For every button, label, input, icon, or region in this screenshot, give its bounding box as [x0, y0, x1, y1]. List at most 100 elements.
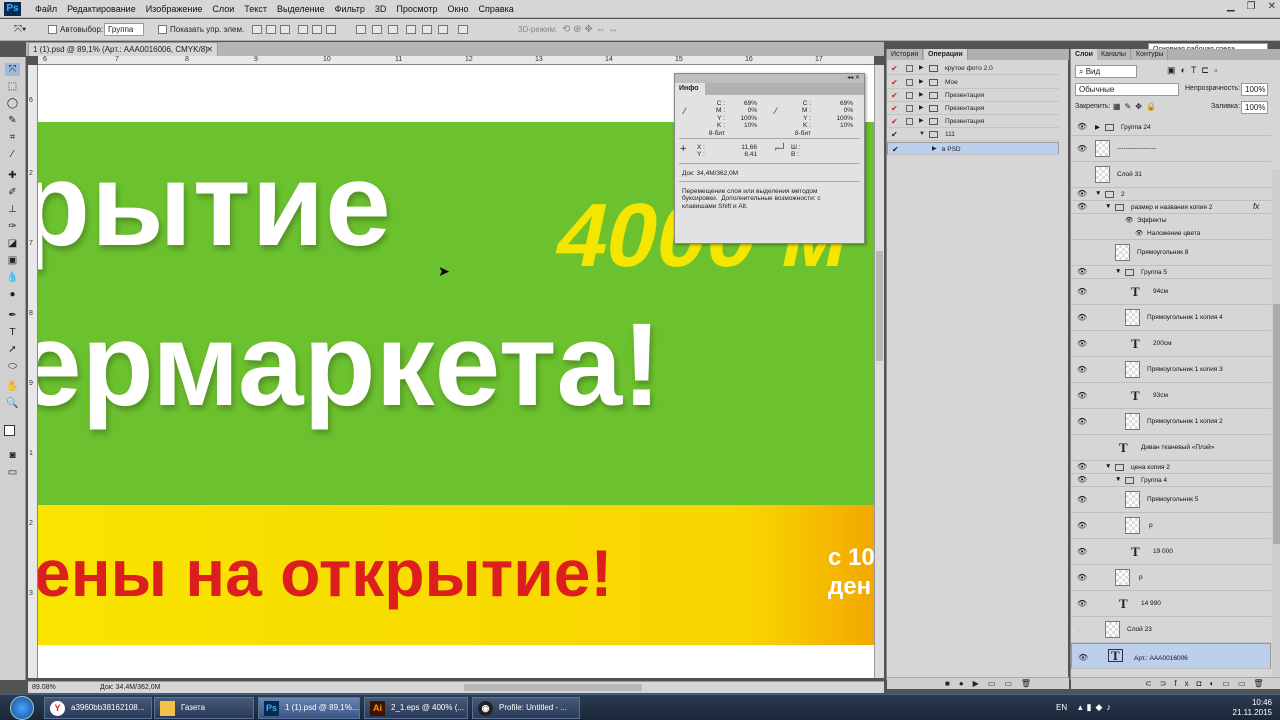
- menu-window[interactable]: Окно: [443, 0, 474, 18]
- autoselect-checkbox[interactable]: Автовыбор:: [48, 23, 103, 37]
- dialog-toggle-icon[interactable]: [906, 92, 913, 99]
- layer-row[interactable]: T Диван тканевый «Плэй»: [1071, 435, 1271, 461]
- info-panel-header[interactable]: ◂◂ ✕: [675, 74, 864, 83]
- eye-icon[interactable]: 👁: [1077, 189, 1087, 198]
- taskbar-item-explorer[interactable]: Газета: [154, 697, 254, 719]
- expand-icon[interactable]: ▶: [919, 76, 924, 89]
- dialog-toggle-icon[interactable]: [906, 105, 913, 112]
- layer-row[interactable]: 👁 T 14 990: [1071, 591, 1271, 617]
- layer-row[interactable]: 👁 Прямоугольник 1 копия 4: [1071, 305, 1271, 331]
- start-button-icon[interactable]: [10, 696, 34, 720]
- brush-tool-icon[interactable]: ✐: [5, 186, 20, 199]
- eye-icon[interactable]: 👁: [1077, 462, 1087, 471]
- document-tab[interactable]: 1 (1).psd @ 89,1% (Арт.: AAA0016006, CMY…: [28, 42, 218, 56]
- system-clock[interactable]: 10:46 21.11.2015: [1233, 698, 1272, 718]
- eye-icon[interactable]: 👁: [1077, 475, 1087, 484]
- layer-effect-row[interactable]: 👁 Наложение цвета: [1071, 227, 1271, 240]
- autoselect-dropdown[interactable]: Группа: [104, 23, 144, 36]
- menu-help[interactable]: Справка: [473, 0, 518, 18]
- collapse-icon[interactable]: ▼: [1115, 476, 1121, 483]
- align-top-icon[interactable]: [252, 25, 262, 34]
- layer-row[interactable]: 👁 Прямоугольник 1 копия 3: [1071, 357, 1271, 383]
- action-playback-icon[interactable]: ■●▶▭▭🗑: [945, 679, 1040, 688]
- collapse-icon[interactable]: ▼: [1095, 190, 1101, 197]
- layer-row[interactable]: 👁 р: [1071, 565, 1271, 591]
- close-icon[interactable]: ✕: [1268, 1, 1276, 12]
- expand-icon[interactable]: ▶: [932, 143, 937, 156]
- expand-icon[interactable]: ▶: [919, 102, 924, 115]
- menu-image[interactable]: Изображение: [141, 0, 208, 18]
- minimize-icon[interactable]: ▁: [1227, 1, 1235, 12]
- show-controls-checkbox[interactable]: Показать упр. элем.: [158, 23, 244, 37]
- layer-filter-dropdown[interactable]: ⌕ Вид: [1075, 65, 1137, 78]
- info-tab[interactable]: Инфо: [675, 83, 705, 95]
- tab-actions[interactable]: Операции: [924, 49, 968, 60]
- marquee-tool-icon[interactable]: ⬚: [5, 80, 20, 93]
- layer-row[interactable]: Прямоугольник 8: [1071, 240, 1271, 266]
- collapse-icon[interactable]: ▼: [1105, 203, 1111, 210]
- eye-icon[interactable]: 👁: [1077, 144, 1087, 153]
- action-enabled-check[interactable]: ✔: [891, 128, 898, 141]
- expand-icon[interactable]: ▶: [919, 115, 924, 128]
- move-tool-icon[interactable]: ⤧▾: [14, 23, 26, 37]
- quick-mask-icon[interactable]: ◙: [5, 449, 20, 462]
- distribute-hcenter-icon[interactable]: [422, 25, 432, 34]
- path-select-tool-icon[interactable]: ➚: [5, 343, 20, 356]
- action-set[interactable]: ✔ ▶ Мое: [887, 76, 1059, 89]
- panel-collapse-icon[interactable]: ◂◂ ✕: [847, 74, 860, 81]
- eye-icon[interactable]: 👁: [1077, 521, 1087, 530]
- eye-icon[interactable]: 👁: [1078, 652, 1088, 663]
- action-enabled-check[interactable]: ✔: [891, 89, 898, 102]
- menu-file[interactable]: Файл: [30, 0, 62, 18]
- tray-icons[interactable]: ▴▮◆♪: [1078, 702, 1115, 713]
- action-enabled-check[interactable]: ✔: [891, 115, 898, 128]
- align-left-icon[interactable]: [298, 25, 308, 34]
- hand-tool-icon[interactable]: ✋: [5, 380, 20, 393]
- action-set[interactable]: ✔ ▶ Презентация: [887, 115, 1059, 128]
- move-tool-icon[interactable]: ⤧: [5, 63, 20, 76]
- tab-channels[interactable]: Каналы: [1097, 49, 1131, 60]
- gradient-tool-icon[interactable]: ▣: [5, 254, 20, 267]
- blur-tool-icon[interactable]: 💧: [5, 271, 20, 284]
- pen-tool-icon[interactable]: ✒: [5, 309, 20, 322]
- eye-icon[interactable]: 👁: [1077, 495, 1087, 504]
- collapse-icon[interactable]: ▼: [1105, 463, 1111, 470]
- expand-icon[interactable]: ▶: [1095, 123, 1100, 131]
- eye-icon[interactable]: 👁: [1077, 122, 1087, 131]
- 3d-tools-icon[interactable]: ⟲ ⊕ ✥ ⇔ ↔: [562, 23, 618, 37]
- collapse-icon[interactable]: ▼: [919, 128, 925, 141]
- layer-row[interactable]: 👁 T 200см: [1071, 331, 1271, 357]
- eye-icon[interactable]: 👁: [1077, 547, 1087, 556]
- history-brush-icon[interactable]: ✑: [5, 220, 20, 233]
- dodge-tool-icon[interactable]: ●: [5, 288, 20, 301]
- eye-icon[interactable]: 👁: [1077, 313, 1087, 322]
- layer-row[interactable]: 👁 ▼ размер и названия копия 2 fx: [1071, 201, 1271, 214]
- layer-action-icons[interactable]: ⊂⊃fx◘◐▭▭🗑: [1145, 679, 1272, 688]
- align-vcenter-icon[interactable]: [266, 25, 276, 34]
- lasso-tool-icon[interactable]: ◯: [5, 97, 20, 110]
- layer-row[interactable]: 👁 ▼ 2: [1071, 188, 1271, 201]
- layer-row[interactable]: 👁 ▼ Группа 5: [1071, 266, 1271, 279]
- eye-icon[interactable]: 👁: [1077, 573, 1087, 582]
- scroll-thumb[interactable]: [876, 251, 883, 361]
- opacity-input[interactable]: 100%: [1241, 83, 1268, 96]
- screen-mode-icon[interactable]: ▭: [5, 466, 20, 479]
- distribute-top-icon[interactable]: [356, 25, 366, 34]
- dialog-toggle-icon[interactable]: [906, 79, 913, 86]
- layer-row[interactable]: ▫ Слой 23: [1071, 617, 1271, 643]
- action-set[interactable]: ✔ ▶ Презентация: [887, 89, 1059, 102]
- menu-3d[interactable]: 3D: [370, 0, 392, 18]
- close-tab-icon[interactable]: ✕: [206, 43, 213, 56]
- taskbar-item-obs[interactable]: ◉ Profile: Untitled - ...: [472, 697, 580, 719]
- layer-row[interactable]: 👁 T 19 000: [1071, 539, 1271, 565]
- action-set[interactable]: ✔ ▼ 111: [887, 128, 1059, 141]
- layer-row[interactable]: 👁 р: [1071, 513, 1271, 539]
- shape-tool-icon[interactable]: ⬭: [5, 360, 20, 373]
- eye-icon[interactable]: 👁: [1077, 202, 1087, 211]
- eye-icon[interactable]: 👁: [1135, 229, 1143, 237]
- foreground-color-swatch[interactable]: [4, 425, 15, 436]
- distribute-vcenter-icon[interactable]: [372, 25, 382, 34]
- tab-layers[interactable]: Слои: [1071, 49, 1098, 60]
- layer-row[interactable]: 👁 ▼ цена копия 2: [1071, 461, 1271, 474]
- layers-scrollbar[interactable]: [1272, 169, 1280, 681]
